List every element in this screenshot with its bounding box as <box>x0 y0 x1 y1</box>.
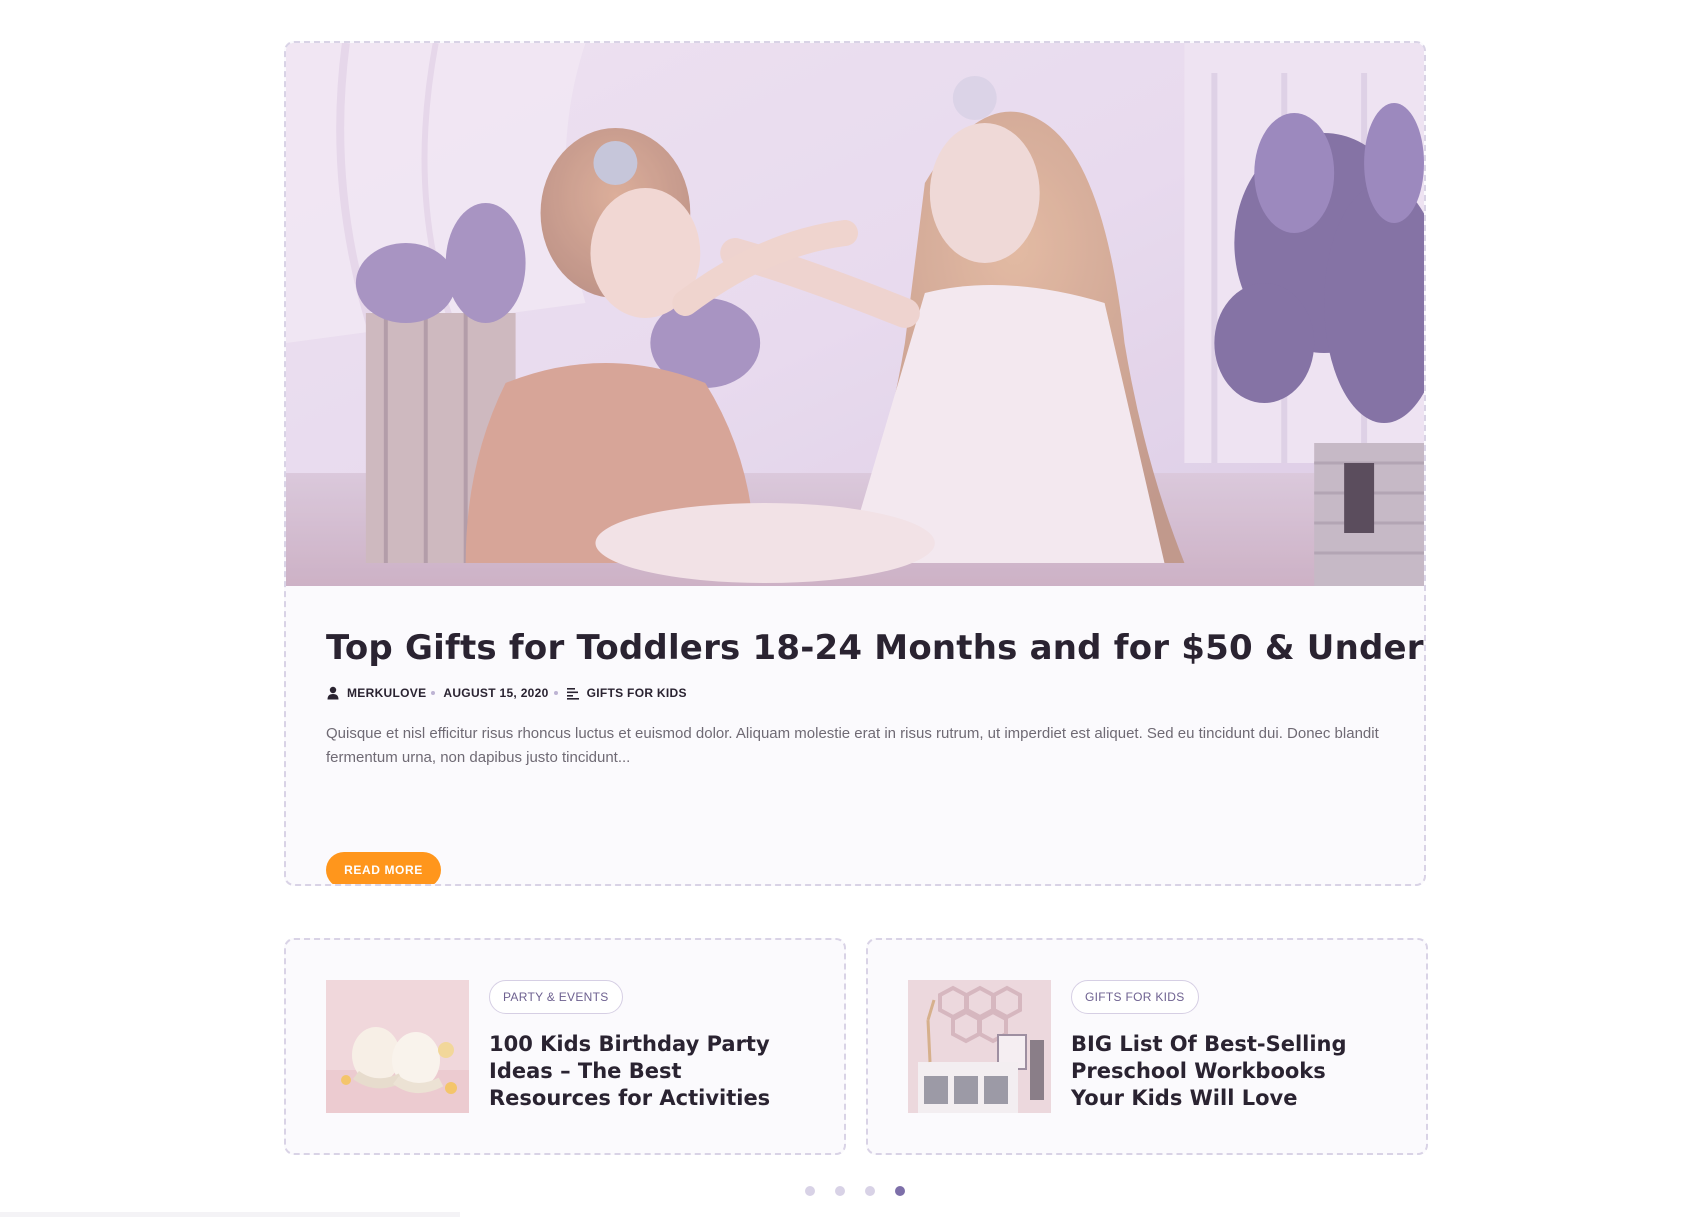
post-thumbnail[interactable] <box>326 980 469 1113</box>
carousel-dot-1[interactable] <box>805 1186 815 1196</box>
user-icon <box>326 686 340 700</box>
post-card: GIFTS FOR KIDS BIG List Of Best-Selling … <box>866 938 1428 1155</box>
meta-separator <box>553 691 558 695</box>
category-list-icon <box>566 686 580 700</box>
featured-body: Top Gifts for Toddlers 18-24 Months and … <box>326 626 1424 884</box>
booties-photo <box>326 980 469 1113</box>
post-category[interactable]: GIFTS FOR KIDS <box>587 686 687 700</box>
meta-separator <box>431 691 436 695</box>
carousel-dot-4[interactable] <box>895 1186 905 1196</box>
post-thumbnail[interactable] <box>908 980 1051 1113</box>
post-card: PARTY & EVENTS 100 Kids Birthday Party I… <box>284 938 846 1155</box>
featured-image[interactable] <box>286 43 1424 586</box>
carousel-dot-2[interactable] <box>835 1186 845 1196</box>
read-more-button[interactable]: READ MORE <box>326 852 441 884</box>
featured-photo <box>286 43 1424 586</box>
page-footer-edge <box>0 1212 460 1217</box>
card-title[interactable]: BIG List Of Best-Selling Preschool Workb… <box>1071 1031 1381 1112</box>
post-author[interactable]: MERKULOVE <box>347 686 426 700</box>
card-title[interactable]: 100 Kids Birthday Party Ideas – The Best… <box>489 1031 799 1112</box>
carousel-pagination <box>805 1186 905 1196</box>
post-date: AUGUST 15, 2020 <box>443 686 549 700</box>
post-title[interactable]: Top Gifts for Toddlers 18-24 Months and … <box>326 626 1424 670</box>
category-tag[interactable]: GIFTS FOR KIDS <box>1071 980 1199 1014</box>
category-tag[interactable]: PARTY & EVENTS <box>489 980 623 1014</box>
shelves-photo <box>908 980 1051 1113</box>
post-meta: MERKULOVE AUGUST 15, 2020 GIFTS FOR KIDS <box>326 684 1384 702</box>
post-excerpt: Quisque et nisl efficitur risus rhoncus … <box>326 725 1379 766</box>
featured-post-card: Top Gifts for Toddlers 18-24 Months and … <box>284 41 1426 886</box>
carousel-dot-3[interactable] <box>865 1186 875 1196</box>
